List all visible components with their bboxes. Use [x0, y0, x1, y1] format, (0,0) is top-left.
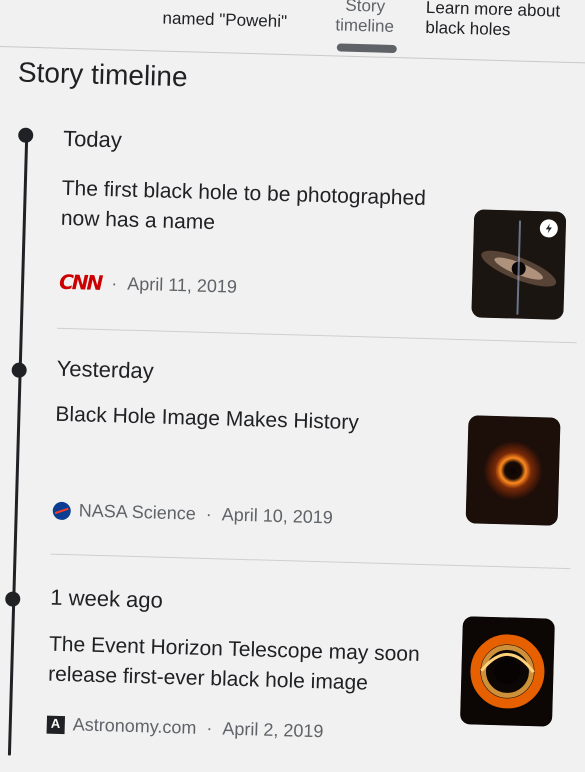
story-date: April 10, 2019	[221, 504, 334, 528]
astronomy-logo-icon	[46, 715, 66, 734]
timeline-time-label: Today	[62, 125, 123, 153]
black-hole-swirl-image	[459, 616, 555, 727]
selected-tab-indicator	[336, 43, 397, 54]
timeline-time-label: 1 week ago	[49, 584, 164, 613]
tab-named-powehi[interactable]: named "Powehi"	[162, 9, 287, 32]
story-meta: CNN · April 11, 2019	[59, 270, 238, 299]
cnn-logo-icon: CNN	[58, 269, 102, 295]
meta-separator: ·	[206, 718, 213, 739]
story-divider	[56, 327, 577, 344]
timeline-rail	[7, 135, 29, 756]
timeline-time-label: Yesterday	[56, 355, 155, 384]
timeline-dot	[18, 127, 34, 143]
story-thumbnail[interactable]	[459, 616, 555, 727]
black-hole-ring-image	[465, 415, 561, 526]
story-thumbnail[interactable]	[465, 415, 561, 526]
section-title: Story timeline	[17, 56, 188, 93]
story-meta: NASA Science · April 10, 2019	[52, 500, 333, 529]
timeline-dot	[11, 362, 27, 378]
tab-learn-more-black-holes[interactable]: Learn more about black holes	[425, 0, 560, 42]
story-source: Astronomy.com	[72, 714, 197, 738]
story-headline-link[interactable]: The first black hole to be photographed …	[60, 174, 462, 245]
story-timeline-page: named "Powehi" Story timeline Learn more…	[0, 0, 585, 756]
timeline-dot	[5, 591, 21, 607]
meta-separator: ·	[111, 272, 118, 293]
story-date: April 11, 2019	[127, 273, 238, 297]
story-meta: Astronomy.com · April 2, 2019	[46, 714, 324, 743]
story-divider	[50, 553, 571, 570]
tab-story-timeline[interactable]: Story timeline	[335, 0, 395, 37]
story-date: April 2, 2019	[222, 718, 324, 742]
meta-separator: ·	[205, 503, 213, 525]
story-source: NASA Science	[78, 500, 197, 524]
story-headline-link[interactable]: The Event Horizon Telescope may soon rel…	[48, 630, 450, 701]
story-headline-link[interactable]: Black Hole Image Makes History	[55, 400, 456, 441]
nasa-logo-icon	[52, 501, 72, 520]
story-thumbnail[interactable]	[471, 209, 567, 320]
